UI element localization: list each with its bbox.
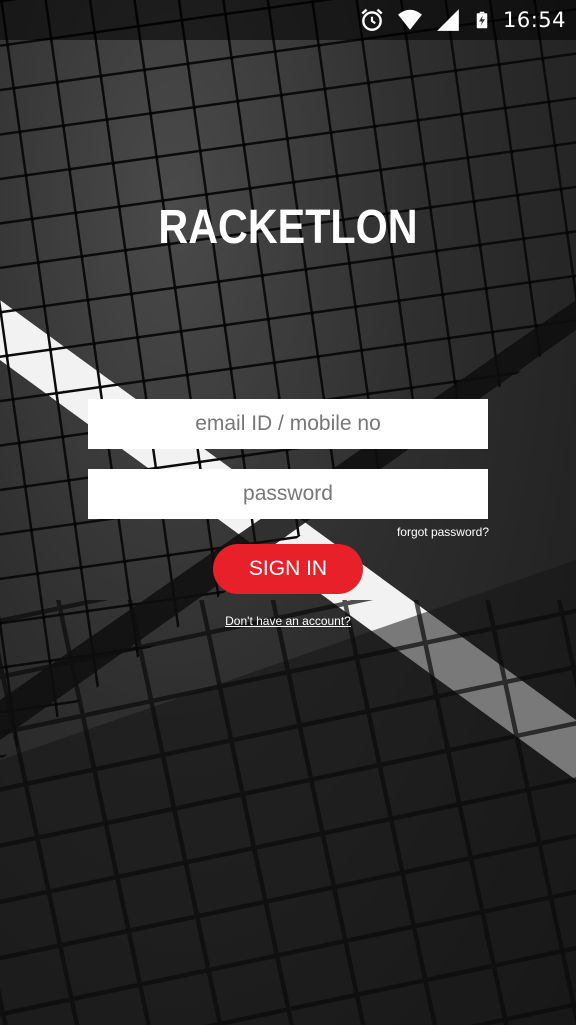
battery-icon: [476, 11, 488, 29]
status-bar: 16:54: [0, 0, 576, 40]
alarm-icon: [361, 8, 383, 31]
signal-icon: [437, 9, 459, 31]
app-title: RACKETLON: [158, 201, 418, 254]
forgot-password-link[interactable]: forgot password?: [397, 525, 489, 539]
wifi-icon: [398, 9, 422, 30]
password-input[interactable]: [88, 469, 488, 519]
sign-in-button[interactable]: SIGN IN: [213, 544, 363, 594]
clock-time: 16:54: [502, 8, 566, 32]
email-input[interactable]: [88, 399, 488, 449]
signup-link[interactable]: Don't have an account?: [0, 614, 576, 628]
